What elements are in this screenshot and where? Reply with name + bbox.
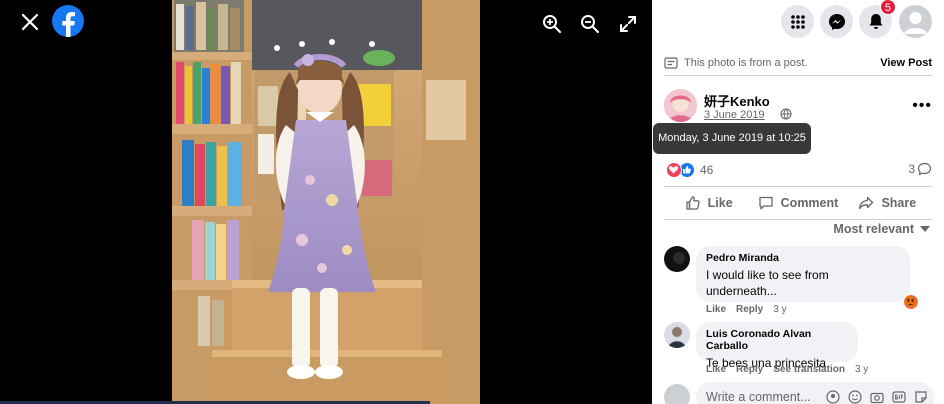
chevron-down-icon <box>920 226 930 232</box>
post-icon <box>664 56 678 69</box>
more-options-icon[interactable]: ••• <box>912 97 932 115</box>
sticker-icon[interactable] <box>914 390 928 404</box>
reaction-count[interactable]: 46 <box>700 163 713 177</box>
emoji-icon[interactable] <box>848 390 862 404</box>
comment-sort-dropdown[interactable]: Most relevant <box>833 222 930 236</box>
author-avatar[interactable] <box>664 89 697 122</box>
love-reaction-icon <box>666 162 682 178</box>
close-icon[interactable] <box>17 9 43 35</box>
comment-item: Pedro Miranda I would like to see from u… <box>664 246 934 318</box>
post-author: 妍子Kenko 3 June 2019 ••• <box>664 89 934 125</box>
commenter-avatar[interactable] <box>664 246 690 272</box>
comment-count[interactable]: 3 <box>908 162 932 176</box>
post-photo <box>172 0 480 404</box>
sort-label: Most relevant <box>833 222 914 236</box>
top-navigation: 5 <box>652 0 944 44</box>
zoom-out-icon[interactable] <box>580 14 600 34</box>
from-post-notice: This photo is from a post. View Post <box>664 50 932 76</box>
commenter-name[interactable]: Pedro Miranda <box>706 252 900 264</box>
account-avatar[interactable] <box>899 5 932 38</box>
messenger-icon[interactable] <box>820 5 853 38</box>
globe-icon <box>780 108 792 120</box>
comment-like-link[interactable]: Like <box>706 304 726 315</box>
comment-time[interactable]: 3 y <box>773 304 786 315</box>
view-post-link[interactable]: View Post <box>880 57 932 69</box>
comment-text-line: underneath... <box>706 284 777 298</box>
see-translation-link[interactable]: See translation <box>773 364 845 375</box>
menu-grid-icon[interactable] <box>781 5 814 38</box>
comment-reply-link[interactable]: Reply <box>736 304 763 315</box>
like-label: Like <box>707 196 733 210</box>
comment-icon <box>759 196 773 210</box>
comment-label: Comment <box>780 196 839 210</box>
avatar-sticker-icon[interactable] <box>826 390 840 404</box>
comment-input-placeholder: Write a comment... <box>706 390 811 404</box>
comment-time[interactable]: 3 y <box>855 364 868 375</box>
post-side-panel: 5 This photo is from a post. View Post 妍… <box>652 0 944 404</box>
from-post-text: This photo is from a post. <box>684 56 808 69</box>
angry-reaction-icon[interactable] <box>903 294 919 310</box>
comment-meta: Like Reply See translation 3 y <box>706 364 868 375</box>
comment-bubble-icon <box>917 162 932 176</box>
commenter-avatar[interactable] <box>664 322 690 348</box>
author-name[interactable]: 妍子Kenko <box>704 91 770 110</box>
post-date[interactable]: 3 June 2019 <box>704 109 765 121</box>
like-button[interactable]: Like <box>664 187 753 219</box>
notifications-badge: 5 <box>879 0 896 15</box>
comment-count-value: 3 <box>908 162 915 176</box>
comment-reply-link[interactable]: Reply <box>736 364 763 375</box>
comment-button[interactable]: Comment <box>753 187 842 219</box>
comment-text-line: I would like to see from <box>706 268 829 282</box>
comment-input-tools <box>826 390 928 404</box>
comment-input[interactable]: Write a comment... <box>696 382 934 404</box>
thumbs-up-icon <box>686 196 700 210</box>
comment-meta: Like Reply 3 y <box>706 304 787 315</box>
reactions-summary: 46 3 <box>664 160 932 182</box>
notifications-icon[interactable]: 5 <box>859 0 896 38</box>
current-user-avatar <box>664 384 690 404</box>
comment-like-link[interactable]: Like <box>706 364 726 375</box>
gif-icon[interactable] <box>892 390 906 404</box>
viewer-toolbar <box>542 14 638 34</box>
comment-item: Luis Coronado Alvan Carballo Te bees una… <box>664 322 934 378</box>
comment-bubble: Pedro Miranda I would like to see from u… <box>696 246 910 302</box>
share-button[interactable]: Share <box>843 187 932 219</box>
post-actions: Like Comment Share <box>664 186 932 220</box>
commenter-name[interactable]: Luis Coronado Alvan Carballo <box>706 328 848 352</box>
zoom-in-icon[interactable] <box>542 14 562 34</box>
facebook-logo[interactable] <box>52 5 84 37</box>
write-comment-row: Write a comment... <box>664 382 936 404</box>
date-tooltip: Monday, 3 June 2019 at 10:25 <box>653 123 811 154</box>
share-label: Share <box>881 196 917 210</box>
photo-viewer <box>0 0 652 404</box>
reaction-icons[interactable] <box>666 162 696 178</box>
fullscreen-icon[interactable] <box>618 14 638 34</box>
share-icon <box>859 196 874 210</box>
comment-bubble: Luis Coronado Alvan Carballo Te bees una… <box>696 322 858 370</box>
camera-icon[interactable] <box>870 390 884 404</box>
